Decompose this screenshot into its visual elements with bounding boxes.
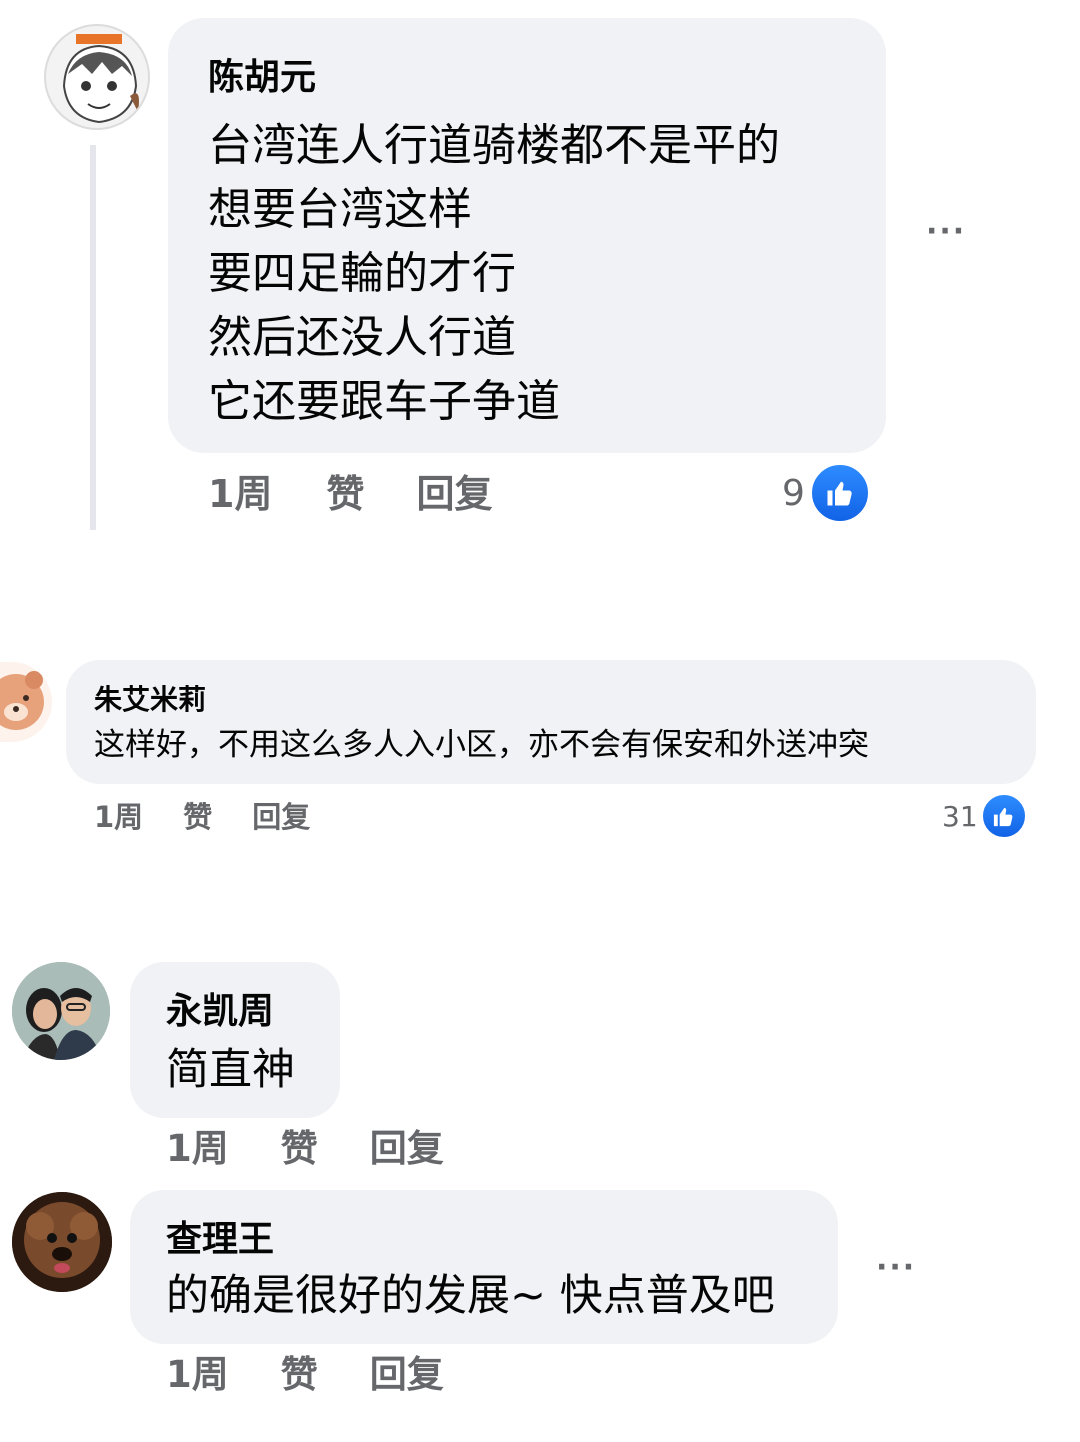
thumbs-up-icon xyxy=(979,792,1028,840)
bear-avatar-icon[interactable] xyxy=(0,662,52,742)
reaction-summary[interactable]: 31 xyxy=(942,792,1028,840)
comment-actions: 1周 赞 回复 xyxy=(208,470,492,518)
couple-photo-avatar-icon[interactable] xyxy=(12,962,110,1060)
comment-actions: 1周 赞 回复 xyxy=(94,798,310,836)
comment-text-line: 的确是很好的发展~ 快点普及吧 xyxy=(166,1271,775,1321)
more-options-button[interactable]: ··· xyxy=(926,214,966,249)
like-button[interactable]: 赞 xyxy=(281,1126,318,1172)
comment-text-line: 这样好，不用这么多人入小区，亦不会有保安和外送冲突 xyxy=(94,727,869,763)
comment-text-line: 然后还没人行道 xyxy=(208,312,516,363)
like-button[interactable]: 赞 xyxy=(183,798,212,836)
comment-text-line: 想要台湾这样 xyxy=(208,184,472,235)
like-button[interactable]: 赞 xyxy=(281,1352,318,1398)
comment-text-line: 要四足輪的才行 xyxy=(208,248,516,299)
comment-author[interactable]: 查理王 xyxy=(166,1218,838,1262)
comment-bubble: 永凯周 简直神 xyxy=(130,962,340,1118)
dog-photo-avatar-icon[interactable] xyxy=(12,1192,112,1292)
comment-time[interactable]: 1周 xyxy=(208,470,272,518)
like-button[interactable]: 赞 xyxy=(326,470,364,518)
comment-text-line: 台湾连人行道骑楼都不是平的 xyxy=(208,120,780,171)
reply-button[interactable]: 回复 xyxy=(416,470,492,518)
thumbs-up-icon xyxy=(808,462,871,524)
comment-bubble: 查理王 的确是很好的发展~ 快点普及吧 xyxy=(130,1190,838,1344)
reply-button[interactable]: 回复 xyxy=(370,1352,444,1398)
comment-bubble: 陈胡元 台湾连人行道骑楼都不是平的 想要台湾这样 要四足輪的才行 然后还没人行道… xyxy=(168,18,886,453)
reply-button[interactable]: 回复 xyxy=(252,798,310,836)
reaction-count: 9 xyxy=(782,472,805,514)
more-options-button[interactable]: ··· xyxy=(876,1250,916,1285)
thread-line xyxy=(90,145,96,530)
comment-time[interactable]: 1周 xyxy=(166,1126,229,1172)
reaction-summary[interactable]: 9 xyxy=(782,462,871,524)
comment-time[interactable]: 1周 xyxy=(166,1352,229,1398)
reply-button[interactable]: 回复 xyxy=(370,1126,444,1172)
comment-author[interactable]: 永凯周 xyxy=(166,990,340,1034)
comment-text-line: 简直神 xyxy=(166,1045,295,1095)
comment-author[interactable]: 陈胡元 xyxy=(208,56,886,100)
reaction-count: 31 xyxy=(942,799,978,833)
comment-text-line: 它还要跟车子争道 xyxy=(208,376,560,427)
comment-author[interactable]: 朱艾米莉 xyxy=(94,682,1036,718)
comment-actions: 1周 赞 回复 xyxy=(166,1352,444,1398)
manga-avatar-icon[interactable] xyxy=(44,24,150,130)
comment-bubble: 朱艾米莉 这样好，不用这么多人入小区，亦不会有保安和外送冲突 xyxy=(66,660,1036,784)
comment-actions: 1周 赞 回复 xyxy=(166,1126,444,1172)
comment-time[interactable]: 1周 xyxy=(94,798,143,836)
